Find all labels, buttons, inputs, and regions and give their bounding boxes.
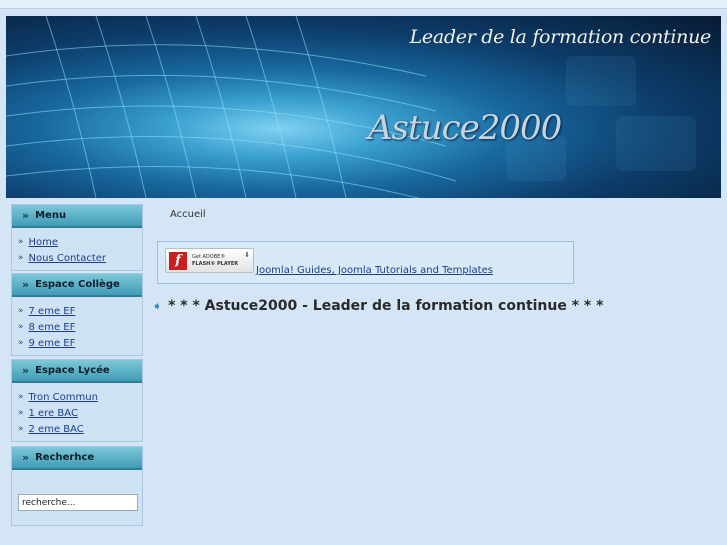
search-input[interactable]: [18, 494, 138, 511]
flash-badge-line2: FLASH® PLAYER: [192, 260, 239, 267]
banner-tagline: Leader de la formation continue: [409, 26, 712, 48]
2eme-bac-link[interactable]: 2 eme BAC: [29, 424, 84, 435]
1ere-bac-link[interactable]: 1 ere BAC: [29, 408, 78, 419]
double-chevron-icon: »: [18, 237, 24, 247]
flash-player-box: f Get ADOBE® FLASH® PLAYER ⬇ Joomla! Gui…: [157, 241, 574, 284]
arrow-pin-icon: ➧: [152, 299, 163, 313]
get-flash-player-button[interactable]: f Get ADOBE® FLASH® PLAYER ⬇: [165, 248, 254, 273]
search-module-title: Recherhce: [35, 452, 95, 463]
double-chevron-icon: »: [22, 451, 30, 464]
double-chevron-icon: »: [18, 408, 24, 418]
sidebar-item-7eme[interactable]: » 7 eme EF: [18, 303, 136, 319]
header-banner: Leader de la formation continue Astuce20…: [6, 16, 721, 198]
double-chevron-icon: »: [18, 392, 24, 402]
double-chevron-icon: »: [18, 253, 24, 263]
double-chevron-icon: »: [18, 306, 24, 316]
flash-logo-icon: f: [169, 251, 187, 270]
menu-module: » Menu » Home » Nous Contacter: [11, 204, 143, 271]
site-logo: Astuce2000: [368, 108, 562, 148]
7eme-ef-link[interactable]: 7 eme EF: [29, 306, 76, 317]
lycee-module-title: Espace Lycée: [35, 365, 110, 376]
flash-badge-line1: Get ADOBE®: [192, 253, 226, 260]
search-module: » Recherhce: [11, 446, 143, 526]
college-module-header: » Espace Collège: [12, 274, 142, 297]
8eme-ef-link[interactable]: 8 eme EF: [29, 322, 76, 333]
home-link[interactable]: Home: [29, 237, 59, 248]
sidebar-item-contact[interactable]: » Nous Contacter: [18, 250, 136, 266]
download-arrow-icon: ⬇: [244, 251, 250, 259]
lycee-module-header: » Espace Lycée: [12, 360, 142, 383]
search-module-header: » Recherhce: [12, 447, 142, 470]
sidebar-item-8eme[interactable]: » 8 eme EF: [18, 319, 136, 335]
double-chevron-icon: »: [22, 209, 30, 222]
tron-commun-link[interactable]: Tron Commun: [29, 392, 98, 403]
joomla-guides-link[interactable]: Joomla! Guides, Joomla Tutorials and Tem…: [256, 265, 493, 276]
sidebar-item-9eme[interactable]: » 9 eme EF: [18, 335, 136, 351]
menu-module-header: » Menu: [12, 205, 142, 228]
double-chevron-icon: »: [18, 338, 24, 348]
headline-text: * * * Astuce2000 - Leader de la formatio…: [168, 298, 604, 314]
page: Leader de la formation continue Astuce20…: [0, 8, 727, 545]
sidebar-item-home[interactable]: » Home: [18, 234, 136, 250]
lycee-module: » Espace Lycée » Tron Commun » 1 ere BAC…: [11, 359, 143, 442]
college-module: » Espace Collège » 7 eme EF » 8 eme EF »…: [11, 273, 143, 356]
menu-module-title: Menu: [35, 210, 67, 221]
double-chevron-icon: »: [18, 424, 24, 434]
contact-link[interactable]: Nous Contacter: [29, 253, 107, 264]
double-chevron-icon: »: [22, 364, 30, 377]
double-chevron-icon: »: [22, 278, 30, 291]
page-headline: ➧ * * * Astuce2000 - Leader de la format…: [152, 298, 603, 314]
9eme-ef-link[interactable]: 9 eme EF: [29, 338, 76, 349]
college-module-title: Espace Collège: [35, 279, 120, 290]
sidebar-item-1ere-bac[interactable]: » 1 ere BAC: [18, 405, 136, 421]
sidebar-item-tron-commun[interactable]: » Tron Commun: [18, 389, 136, 405]
sidebar-item-2eme-bac[interactable]: » 2 eme BAC: [18, 421, 136, 437]
breadcrumb: Accueil: [170, 209, 206, 220]
double-chevron-icon: »: [18, 322, 24, 332]
